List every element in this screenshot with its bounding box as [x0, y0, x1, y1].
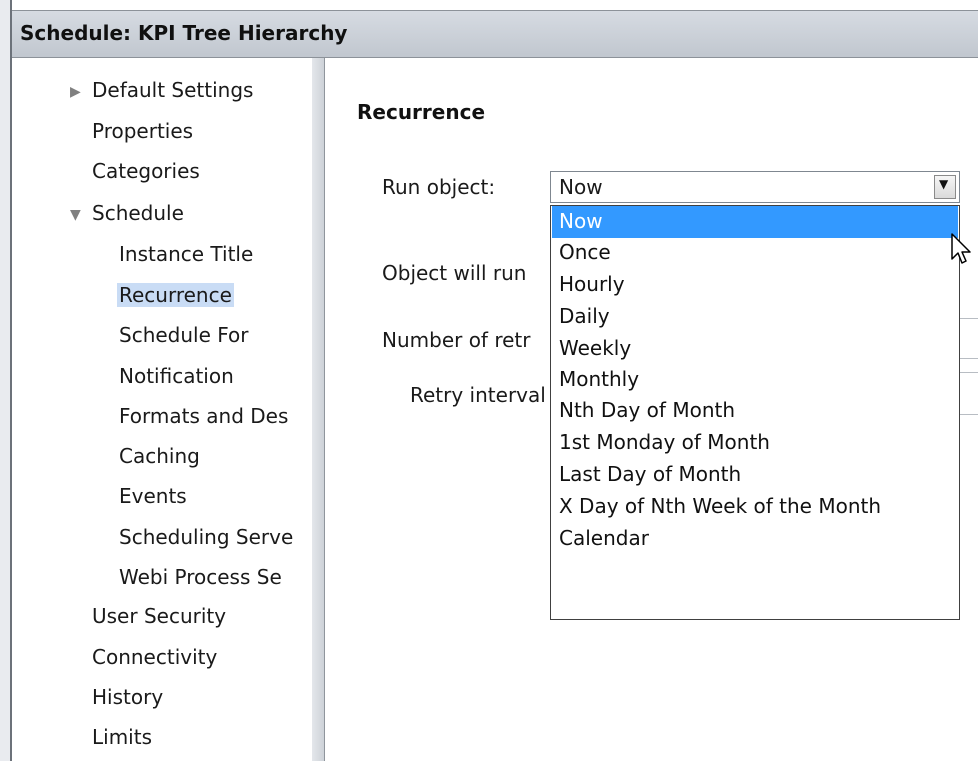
nav-item-connectivity[interactable]: Connectivity	[92, 645, 217, 669]
retry-interval-label: Retry interval	[410, 383, 546, 407]
run-object-value: Now	[559, 175, 603, 199]
nav-item-webi-process-settings[interactable]: Webi Process Se	[119, 565, 282, 589]
option-hourly[interactable]: Hourly	[559, 272, 625, 296]
nav-item-events[interactable]: Events	[119, 484, 187, 508]
triangle-down-icon[interactable]: ▼	[70, 207, 81, 223]
navigation-tree: ▶ Default Settings Properties Categories…	[12, 58, 313, 761]
nav-item-history[interactable]: History	[92, 685, 163, 709]
number-of-retries-label: Number of retr	[382, 328, 531, 352]
highlight-bar	[552, 206, 958, 238]
nav-item-limits[interactable]: Limits	[92, 725, 152, 749]
nav-item-label: History	[92, 685, 164, 709]
nav-item-scheduling-server[interactable]: Scheduling Serve	[119, 525, 293, 549]
nav-item-properties[interactable]: Properties	[92, 119, 193, 143]
run-object-dropdown-list: Now Once Hourly Daily Weekly Monthly Nth…	[550, 205, 960, 620]
run-object-select[interactable]: Now ▼	[550, 171, 960, 203]
nav-item-user-security[interactable]: User Security	[92, 604, 226, 628]
option-now[interactable]: Now	[559, 209, 603, 233]
nav-item-label: Schedule For	[119, 323, 249, 347]
nav-item-label: Categories	[92, 159, 200, 183]
nav-item-label: Webi Process Se	[119, 565, 282, 589]
nav-item-label: Recurrence	[117, 283, 234, 307]
nav-item-label: Formats and Des	[119, 404, 289, 428]
title-bar: Schedule: KPI Tree Hierarchy	[12, 10, 978, 58]
option-x-day-of-nth-week[interactable]: X Day of Nth Week of the Month	[559, 494, 881, 518]
option-weekly[interactable]: Weekly	[559, 336, 631, 360]
chevron-down-icon: ▼	[939, 177, 949, 191]
mouse-pointer-icon	[951, 233, 971, 264]
nav-item-label: Limits	[92, 725, 152, 749]
recurrence-panel: Recurrence Run object: Now ▼ Object will…	[325, 58, 978, 761]
option-calendar[interactable]: Calendar	[559, 526, 649, 550]
dialog-title: Schedule: KPI Tree Hierarchy	[20, 21, 348, 45]
object-will-run-label: Object will run	[382, 261, 527, 285]
pane-splitter[interactable]	[312, 58, 325, 761]
nav-item-label: Connectivity	[92, 645, 218, 669]
option-last-day-of-month[interactable]: Last Day of Month	[559, 462, 741, 486]
nav-item-instance-title[interactable]: Instance Title	[119, 242, 253, 266]
nav-item-schedule[interactable]: ▼ Schedule	[70, 201, 184, 225]
nav-item-label: Properties	[92, 119, 194, 143]
option-nth-day-of-month[interactable]: Nth Day of Month	[559, 398, 735, 422]
nav-item-label: User Security	[92, 604, 227, 628]
nav-item-label: Default Settings	[92, 78, 254, 102]
section-heading: Recurrence	[357, 100, 486, 124]
nav-item-formats-and-destinations[interactable]: Formats and Des	[119, 404, 288, 428]
option-daily[interactable]: Daily	[559, 304, 610, 328]
nav-item-label: Scheduling Serve	[119, 525, 294, 549]
run-object-label: Run object:	[382, 175, 496, 199]
nav-item-recurrence[interactable]: Recurrence	[117, 283, 234, 307]
nav-item-schedule-for[interactable]: Schedule For	[119, 323, 249, 347]
nav-item-default-settings[interactable]: ▶ Default Settings	[70, 78, 254, 102]
option-1st-monday-of-month[interactable]: 1st Monday of Month	[559, 430, 770, 454]
nav-item-label: Instance Title	[119, 242, 254, 266]
option-monthly[interactable]: Monthly	[559, 367, 639, 391]
schedule-dialog: Schedule: KPI Tree Hierarchy ▶ Default S…	[10, 0, 978, 761]
nav-item-label: Events	[119, 484, 187, 508]
option-once[interactable]: Once	[559, 240, 611, 264]
nav-item-label: Notification	[119, 364, 234, 388]
nav-item-categories[interactable]: Categories	[92, 159, 200, 183]
nav-item-caching[interactable]: Caching	[119, 444, 200, 468]
nav-item-notification[interactable]: Notification	[119, 364, 234, 388]
dropdown-button[interactable]: ▼	[934, 175, 956, 199]
nav-item-label: Caching	[119, 444, 200, 468]
triangle-right-icon[interactable]: ▶	[70, 84, 81, 100]
nav-item-label: Schedule	[92, 201, 184, 225]
